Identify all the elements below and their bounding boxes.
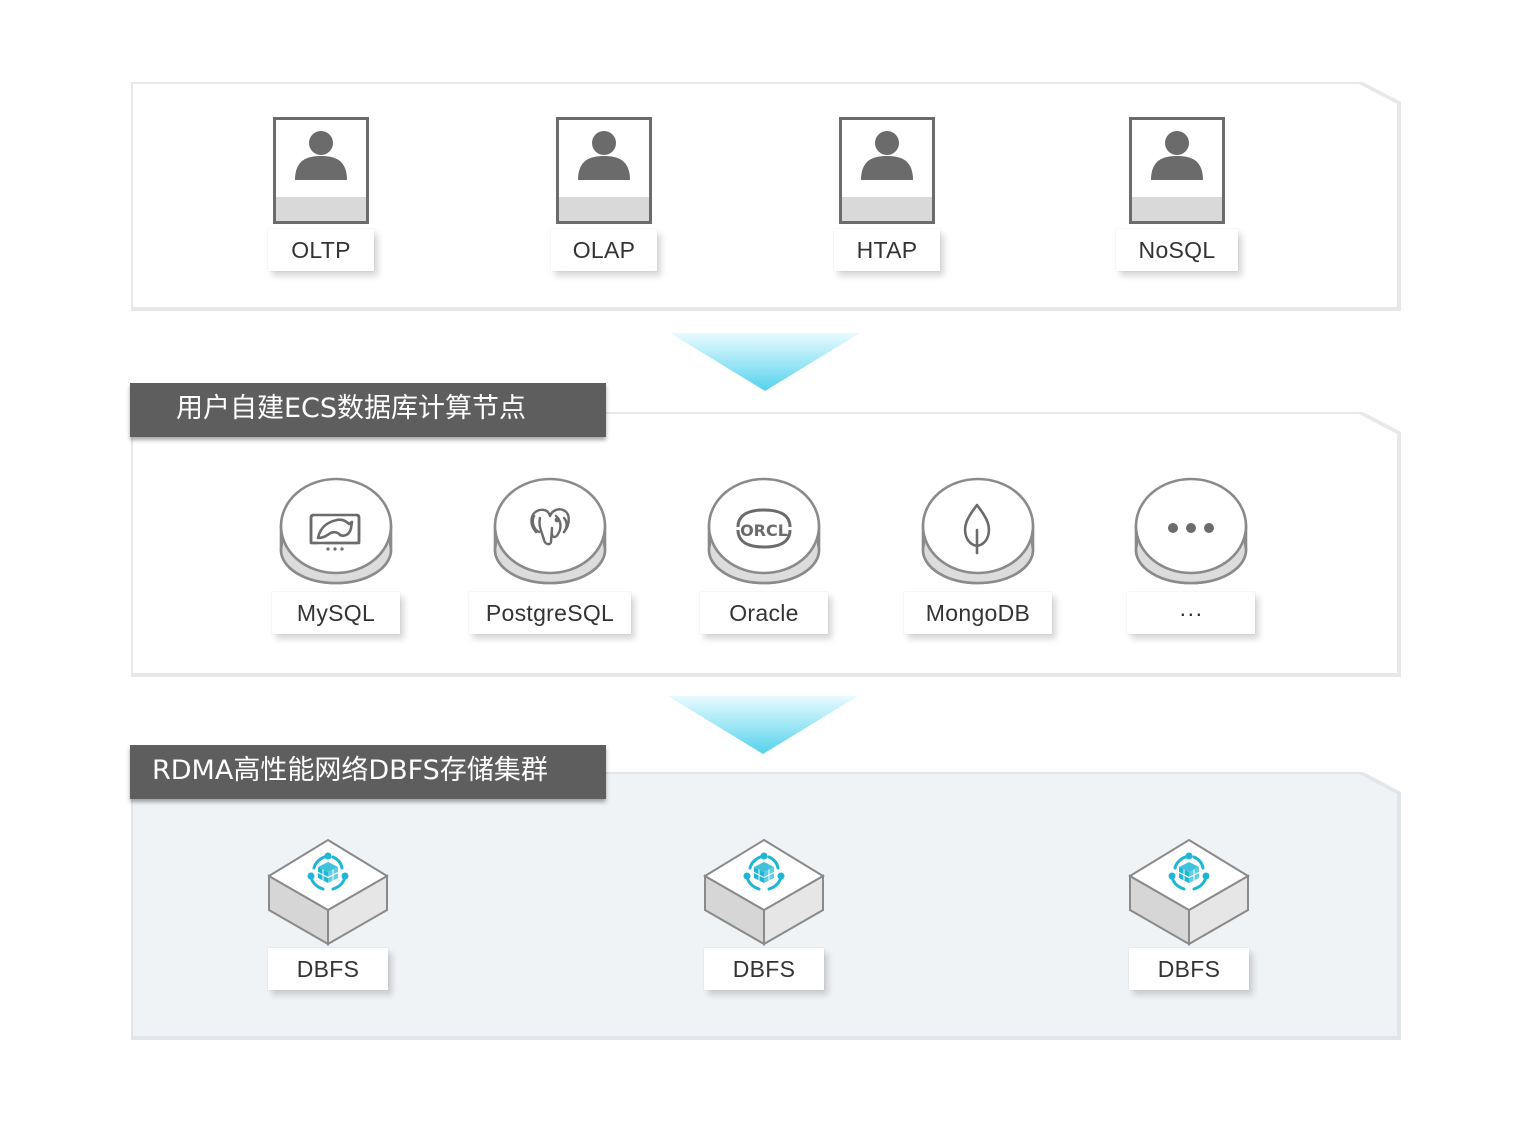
dbfs-label: DBFS — [704, 948, 824, 990]
database-label: ··· — [1127, 592, 1255, 634]
storage-layer-title: RDMA高性能网络DBFS存储集群 — [130, 745, 606, 799]
workload-label: NoSQL — [1116, 229, 1238, 271]
workload-label: HTAP — [834, 229, 940, 271]
database-node — [493, 477, 607, 585]
workload-label: OLTP — [268, 229, 374, 271]
dbfs-node — [267, 838, 389, 946]
database-label: Oracle — [700, 592, 828, 634]
workload-card — [273, 117, 369, 224]
database-label: MySQL — [272, 592, 400, 634]
database-node — [921, 477, 1035, 585]
database-node — [279, 477, 393, 585]
svg-text:ORCL: ORCL — [740, 521, 788, 540]
workload-card — [839, 117, 935, 224]
database-node: ORCL — [707, 477, 821, 585]
down-arrow — [668, 696, 858, 754]
workload-label: OLAP — [551, 229, 657, 271]
dbfs-node — [703, 838, 825, 946]
dbfs-node — [1128, 838, 1250, 946]
database-node — [1134, 477, 1248, 585]
database-label: MongoDB — [904, 592, 1052, 634]
database-label: PostgreSQL — [469, 592, 631, 634]
dbfs-label: DBFS — [268, 948, 388, 990]
compute-layer-title: 用户自建ECS数据库计算节点 — [130, 383, 606, 437]
down-arrow — [670, 333, 860, 391]
dbfs-label: DBFS — [1129, 948, 1249, 990]
workload-card — [1129, 117, 1225, 224]
more-dots-icon — [1168, 523, 1214, 533]
workload-card — [556, 117, 652, 224]
